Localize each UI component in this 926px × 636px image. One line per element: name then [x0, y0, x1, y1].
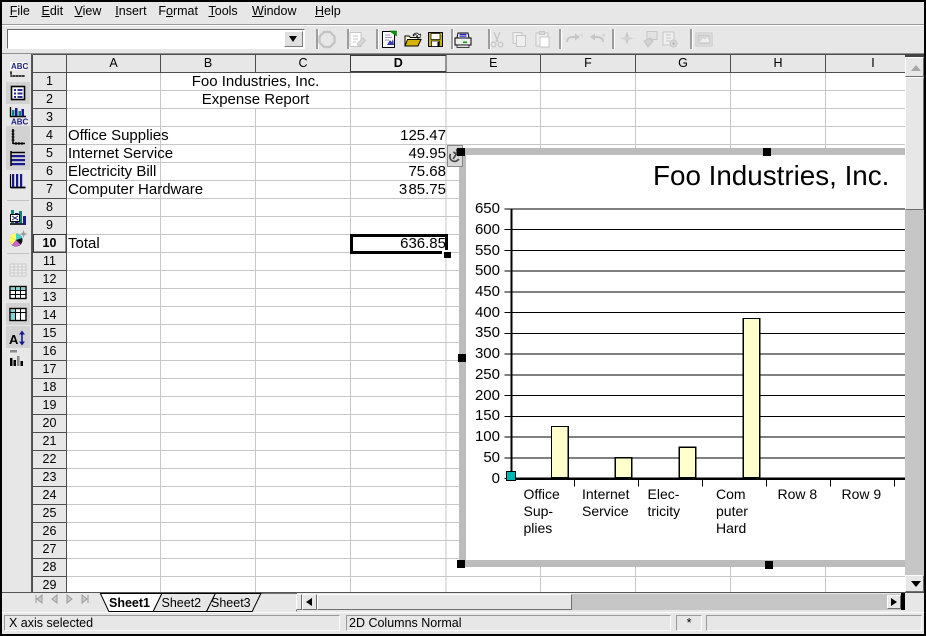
- svg-text:Sheet2: Sheet2: [162, 596, 202, 610]
- svg-text:Sheet3: Sheet3: [211, 596, 251, 610]
- svg-text:Sheet1: Sheet1: [109, 596, 150, 610]
